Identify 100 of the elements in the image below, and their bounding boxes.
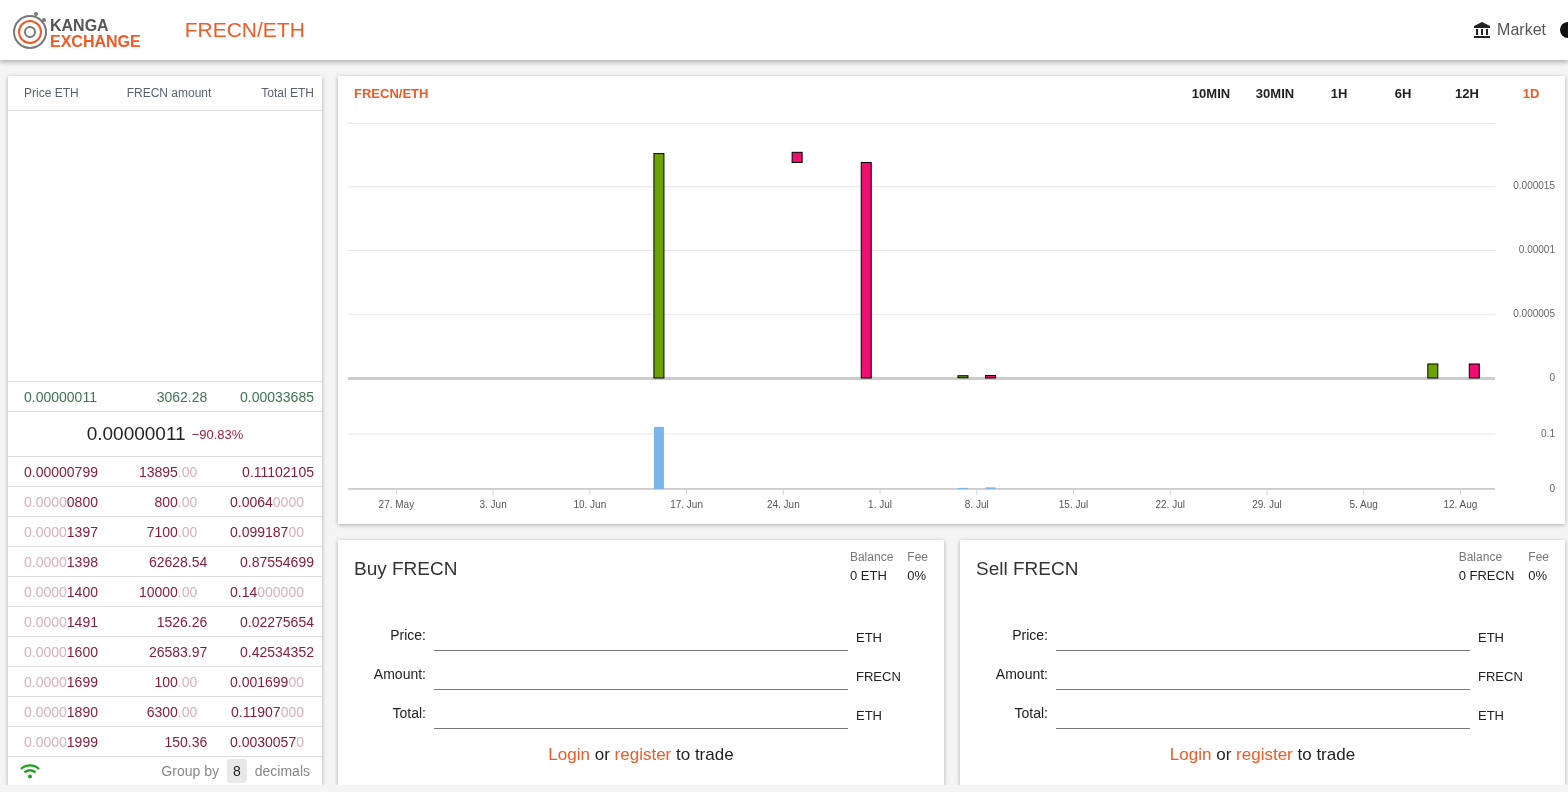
table-cell-text: 1526.26 xyxy=(155,613,209,630)
form-title: Sell FRECN xyxy=(976,558,1079,580)
table-cell-text: 0.11102105 xyxy=(241,463,314,480)
market-pair-title: FRECN/ETH xyxy=(184,18,305,42)
volume-bar xyxy=(653,426,664,489)
interval-tab[interactable]: 30MIN xyxy=(1243,81,1307,105)
unit-label: FRECN xyxy=(856,669,902,686)
interval-tab[interactable]: 6H xyxy=(1371,81,1435,105)
table-cell-text: 0.00001890 xyxy=(24,703,99,720)
axis-label: 0.000015 xyxy=(1513,180,1555,192)
column-header: FRECN amount xyxy=(125,86,213,100)
table-cell-text: 26583.97 xyxy=(147,643,209,660)
decimals-field[interactable]: 8 xyxy=(226,759,247,783)
field-label: Amount: xyxy=(994,666,1048,684)
unit-label: ETH xyxy=(1478,708,1505,725)
table-cell-text: 0.11907000 xyxy=(230,703,305,720)
candle xyxy=(1468,363,1480,379)
interval-tab[interactable]: 10MIN xyxy=(1179,81,1243,105)
unit-label: FRECN xyxy=(1478,669,1524,686)
fee-value: 0% xyxy=(907,568,928,583)
table-cell-text: 3062.28 xyxy=(155,388,209,405)
login-prompt: Login or register to trade xyxy=(547,745,735,765)
axis-label: 0.000005 xyxy=(1513,307,1555,319)
table-cell-text: 0.00001397 xyxy=(24,523,99,540)
table-cell-text: 0.09918700 xyxy=(229,523,305,540)
axis-label: 0 xyxy=(1549,371,1555,383)
unit-label: ETH xyxy=(856,708,883,725)
field-label: Total: xyxy=(391,705,426,723)
axis-label: 12. Aug xyxy=(1443,499,1478,510)
axis-label: 1. Jul xyxy=(868,499,892,510)
field-label: Price: xyxy=(389,627,426,645)
form-title: Buy FRECN xyxy=(354,558,458,580)
axis-label: 0 xyxy=(1549,482,1555,494)
fee-label: Fee xyxy=(907,550,928,564)
axis-label: 10. Jun xyxy=(573,499,607,510)
fee-value: 0% xyxy=(1528,568,1549,583)
interval-tab[interactable]: 1H xyxy=(1307,81,1371,105)
table-cell-text: 0.00640000 xyxy=(229,493,305,510)
table-cell-text: 0.02275654 xyxy=(239,613,314,630)
last-price: 0.00000011 xyxy=(86,423,186,445)
table-cell-text: 0.00000800 xyxy=(24,493,99,510)
balance-label: Balance xyxy=(1458,550,1504,564)
column-header: Price ETH xyxy=(24,86,80,100)
field-label: Price: xyxy=(1011,627,1048,645)
candle xyxy=(1427,363,1439,379)
table-cell-text: 0.00001699 xyxy=(24,673,99,690)
table-cell-text: 0.14000000 xyxy=(229,583,305,600)
axis-label: 27. May xyxy=(378,499,415,510)
axis-label: 5. Aug xyxy=(1349,499,1378,510)
table-cell-text: 62628.54 xyxy=(147,553,209,570)
candle xyxy=(791,151,803,164)
table-cell-text: 0.00001999 xyxy=(24,733,99,750)
interval-tab[interactable]: 12H xyxy=(1435,81,1499,105)
unit-label: ETH xyxy=(1478,630,1505,647)
market-link[interactable]: Market xyxy=(1473,21,1546,39)
axis-label: 22. Jul xyxy=(1155,499,1185,510)
table-cell-text: 6300.00 xyxy=(145,703,199,720)
table-cell-text: 100.00 xyxy=(153,673,199,690)
axis-label: 0.00001 xyxy=(1518,244,1555,256)
axis-label: 24. Jun xyxy=(766,499,800,510)
axis-label: 29. Jul xyxy=(1252,499,1282,510)
axis-label: 3. Jun xyxy=(479,499,507,510)
field-label: Total: xyxy=(1013,705,1048,723)
logo-text: EXCHANGE xyxy=(50,34,141,50)
table-cell-text: 0.00000799 xyxy=(24,463,99,480)
table-cell-text: 0.00033685 xyxy=(239,388,314,405)
table-cell-text: 13895.00 xyxy=(137,463,199,480)
column-header: Total ETH xyxy=(260,86,314,100)
balance-value: 0 ETH xyxy=(849,568,888,583)
text-link[interactable]: Login xyxy=(1169,745,1212,764)
decimals-label: decimals xyxy=(254,763,310,779)
table-cell-text: 0.00169900 xyxy=(229,673,305,690)
table-cell-text: 0.00001398 xyxy=(24,553,99,570)
table-cell-text: 800.00 xyxy=(153,493,199,510)
axis-label: 0.1 xyxy=(1541,427,1555,439)
table-cell-text: 7100.00 xyxy=(145,523,199,540)
logo-rings-icon xyxy=(12,10,48,50)
logo[interactable]: KANGA EXCHANGE xyxy=(12,10,141,50)
login-prompt: Login or register to trade xyxy=(1168,745,1357,765)
candle xyxy=(957,375,969,379)
table-cell-text: 0.00001600 xyxy=(24,643,99,660)
table-cell-text: 0.00000011 xyxy=(24,388,98,405)
table-cell-text: 0.87554699 xyxy=(239,553,314,570)
group-by-label: Group by xyxy=(161,763,219,779)
candle xyxy=(985,374,997,379)
bank-icon xyxy=(1473,21,1492,39)
axis-label: 17. Jun xyxy=(670,499,703,510)
logo-text: KANGA xyxy=(50,18,110,34)
field-label: Amount: xyxy=(372,666,426,684)
price-change: −90.83% xyxy=(191,426,244,442)
balance-value: 0 FRECN xyxy=(1458,568,1515,583)
table-cell-text: 150.36 xyxy=(163,733,209,750)
balance-label: Balance xyxy=(849,550,894,564)
table-cell-text: 10000.00 xyxy=(137,583,199,600)
chart-title: FRECN/ETH xyxy=(354,85,429,101)
table-cell-text: 0.00001400 xyxy=(24,583,99,600)
axis-label: 15. Jul xyxy=(1058,499,1089,510)
axis-label: 8. Jul xyxy=(964,499,989,510)
fee-label: Fee xyxy=(1528,550,1549,564)
table-cell-text: 0.00001491 xyxy=(24,613,99,630)
